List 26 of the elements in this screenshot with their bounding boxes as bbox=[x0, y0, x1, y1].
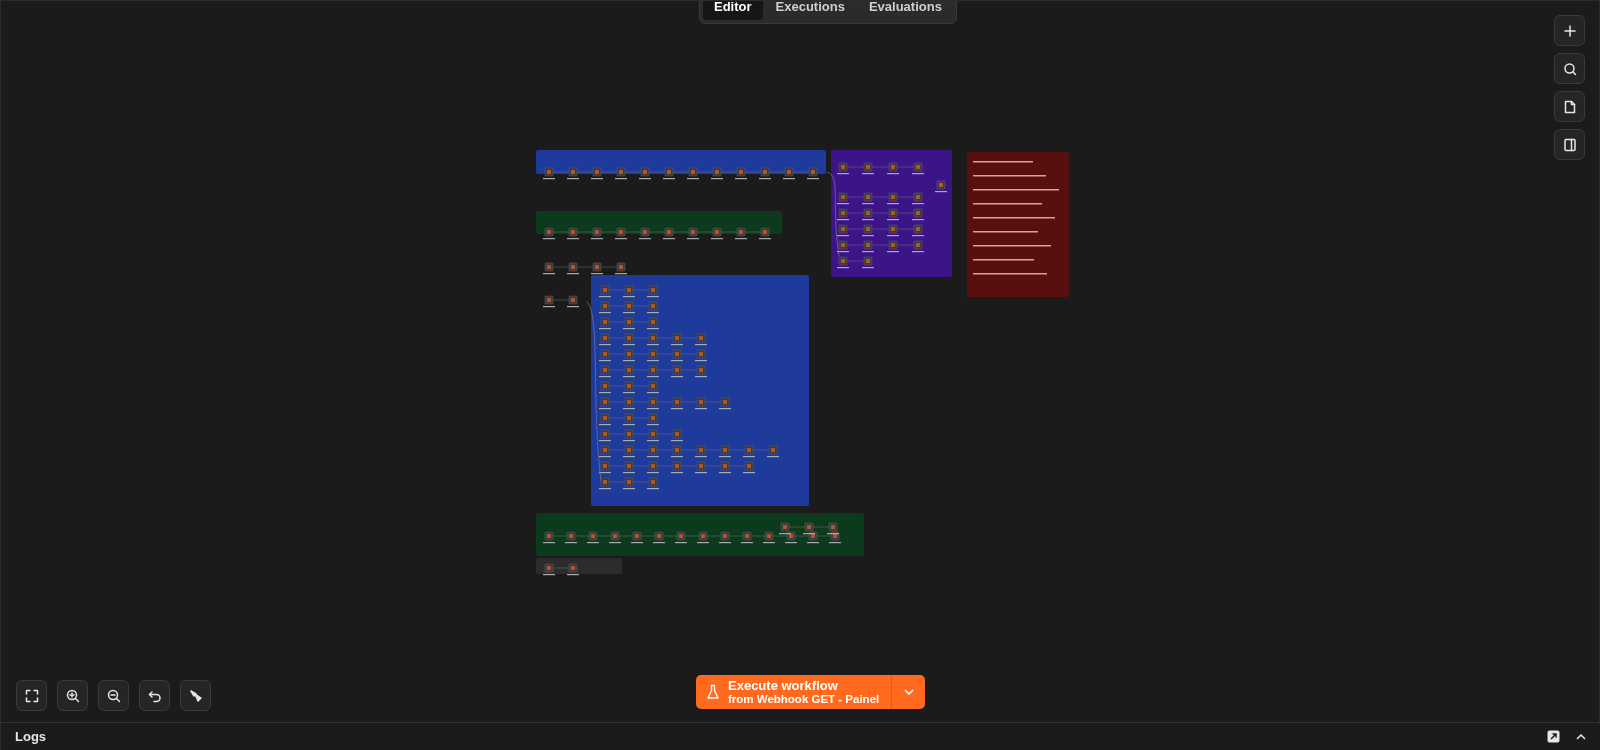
search-button[interactable] bbox=[1554, 53, 1585, 84]
panel-toggle-button[interactable] bbox=[1554, 129, 1585, 160]
undo-button[interactable] bbox=[139, 680, 170, 711]
broom-icon bbox=[187, 687, 204, 704]
tab[interactable]: Executions bbox=[764, 1, 856, 20]
zoom-out-icon bbox=[105, 687, 122, 704]
fit-view-button[interactable] bbox=[16, 680, 47, 711]
flask-icon bbox=[706, 684, 720, 700]
pop-out-button[interactable] bbox=[1547, 730, 1560, 743]
expand-logs-button[interactable] bbox=[1576, 733, 1586, 740]
tidy-up-button[interactable] bbox=[180, 680, 211, 711]
panel-icon bbox=[1561, 136, 1578, 153]
zoom-out-button[interactable] bbox=[98, 680, 129, 711]
pop-out-icon bbox=[1547, 730, 1560, 743]
search-icon bbox=[1561, 60, 1578, 77]
chevron-up-icon bbox=[1576, 733, 1586, 740]
fullscreen-icon bbox=[23, 687, 40, 704]
plus-icon bbox=[1561, 22, 1578, 39]
tab[interactable]: Editor bbox=[703, 1, 763, 20]
chevron-down-icon bbox=[903, 689, 914, 695]
logs-title: Logs bbox=[15, 727, 47, 746]
zoom-in-button[interactable] bbox=[57, 680, 88, 711]
add-node-button[interactable] bbox=[1554, 15, 1585, 46]
tab[interactable]: Evaluations bbox=[857, 1, 953, 20]
zoom-in-icon bbox=[64, 687, 81, 704]
sticky-note-button[interactable] bbox=[1554, 91, 1585, 122]
